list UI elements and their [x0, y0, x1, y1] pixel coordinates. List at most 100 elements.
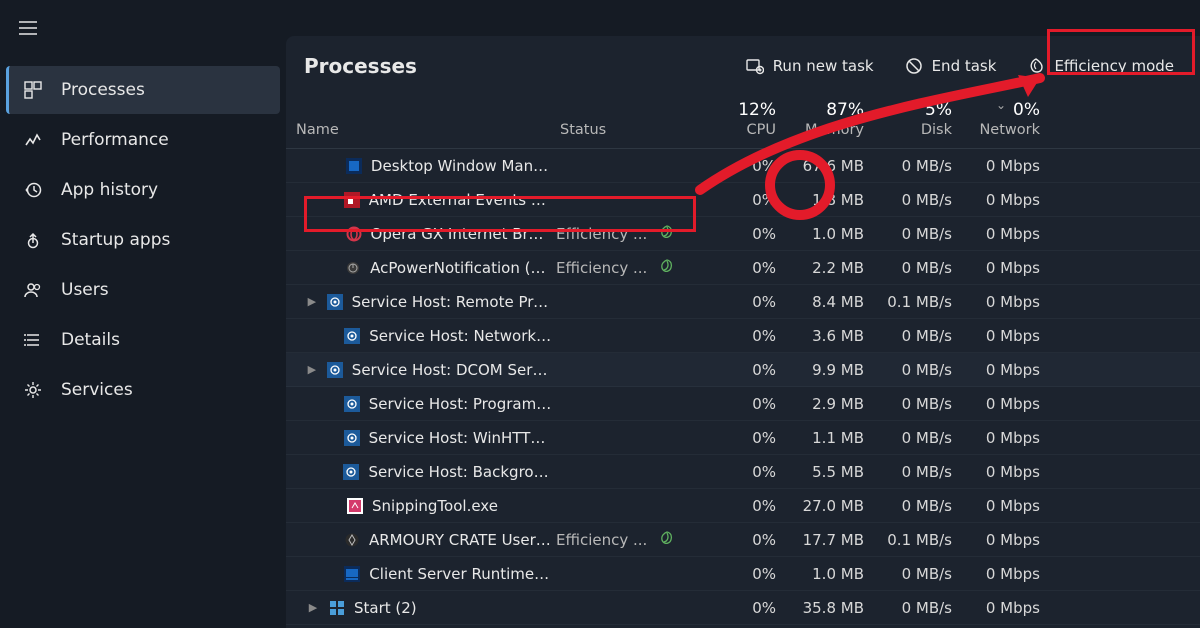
process-name: Start (2) — [354, 599, 417, 617]
disk-value: 0 MB/s — [876, 157, 964, 175]
memory-value: 1.1 MB — [788, 429, 876, 447]
table-row[interactable]: Client Server Runtime Process0%1.0 MB0 M… — [286, 557, 1200, 591]
network-value: 0 Mbps — [964, 599, 1052, 617]
details-icon — [23, 330, 43, 350]
table-row[interactable]: Desktop Window Manager0%67.6 MB0 MB/s0 M… — [286, 149, 1200, 183]
table-row[interactable]: ARMOURY CRATE User Sessio...Efficiency .… — [286, 523, 1200, 557]
table-row[interactable]: Opera GX Internet BrowserEfficiency ...0… — [286, 217, 1200, 251]
efficiency-mode-button[interactable]: Efficiency mode — [1014, 48, 1186, 84]
table-header[interactable]: ⌄ Name Status 12% CPU 87% Memory 5% Disk… — [286, 96, 1200, 149]
table-row[interactable]: Service Host: Background Intel... 0%5.5 M… — [286, 455, 1200, 489]
process-name: AcPowerNotification (32 bit) — [370, 259, 552, 277]
sidebar-item-processes[interactable]: Processes — [6, 66, 280, 114]
table-row[interactable]: Service Host: Network Service0%3.6 MB0 M… — [286, 319, 1200, 353]
efficiency-icon — [1026, 56, 1046, 76]
cpu-percent: 12% — [738, 100, 776, 120]
sidebar-item-users[interactable]: Users — [6, 266, 280, 314]
hamburger-menu-icon[interactable] — [8, 8, 48, 48]
process-icon — [345, 225, 363, 243]
process-name: ARMOURY CRATE User Sessio... — [369, 531, 552, 549]
network-value: 0 Mbps — [964, 429, 1052, 447]
process-icon — [346, 497, 364, 515]
status-text: Efficiency ... — [556, 259, 647, 277]
process-icon — [343, 191, 361, 209]
cpu-value: 0% — [700, 293, 788, 311]
sidebar-item-details[interactable]: Details — [6, 316, 280, 364]
sidebar-item-services[interactable]: Services — [6, 366, 280, 414]
sidebar-item-performance[interactable]: Performance — [6, 116, 280, 164]
process-name: Opera GX Internet Browser — [371, 225, 552, 243]
cpu-value: 0% — [700, 565, 788, 583]
process-table: ⌄ Name Status 12% CPU 87% Memory 5% Disk… — [286, 96, 1200, 628]
cpu-value: 0% — [700, 531, 788, 549]
memory-value: 5.5 MB — [788, 463, 876, 481]
header: Processes Run new task End task — [286, 36, 1200, 96]
column-cpu[interactable]: 12% CPU — [700, 96, 788, 148]
cpu-value: 0% — [700, 395, 788, 413]
run-new-task-button[interactable]: Run new task — [733, 48, 886, 84]
startup-icon — [23, 230, 43, 250]
process-icon — [345, 157, 363, 175]
table-row[interactable]: Service Host: Program Compa...0%2.9 MB0 … — [286, 387, 1200, 421]
network-value: 0 Mbps — [964, 361, 1052, 379]
main-panel: Processes Run new task End task — [286, 36, 1200, 628]
performance-icon — [23, 130, 43, 150]
disk-value: 0 MB/s — [876, 259, 964, 277]
disk-value: 0 MB/s — [876, 463, 964, 481]
users-icon — [23, 280, 43, 300]
disk-value: 0 MB/s — [876, 395, 964, 413]
column-status[interactable]: Status — [552, 96, 700, 148]
table-row[interactable]: ▶Start (2)0%35.8 MB0 MB/s0 Mbps — [286, 591, 1200, 625]
column-memory[interactable]: 87% Memory — [788, 96, 876, 148]
process-name: AMD External Events Client M... — [369, 191, 552, 209]
chevron-right-icon[interactable]: ▶ — [306, 295, 318, 308]
efficiency-mode-label: Efficiency mode — [1054, 57, 1174, 75]
toolbar: Run new task End task Efficiency mode — [733, 48, 1186, 84]
table-row[interactable]: AMD External Events Client M...0%1.8 MB0… — [286, 183, 1200, 217]
cpu-value: 0% — [700, 429, 788, 447]
services-icon — [23, 380, 43, 400]
disk-value: 0 MB/s — [876, 429, 964, 447]
sidebar-item-history[interactable]: App history — [6, 166, 280, 214]
history-icon — [23, 180, 43, 200]
process-icon — [326, 361, 344, 379]
table-row[interactable]: ▶Service Host: Remote Procedu...0%8.4 MB… — [286, 285, 1200, 319]
network-value: 0 Mbps — [964, 157, 1052, 175]
table-row[interactable]: Service Host: WinHTTP Web Pr...0%1.1 MB0… — [286, 421, 1200, 455]
sidebar-item-label: Details — [61, 330, 120, 350]
process-name: Service Host: Network Service — [369, 327, 552, 345]
leaf-icon — [659, 224, 675, 244]
run-new-task-label: Run new task — [773, 57, 874, 75]
network-value: 0 Mbps — [964, 497, 1052, 515]
cpu-value: 0% — [700, 463, 788, 481]
network-value: 0 Mbps — [964, 565, 1052, 583]
network-value: 0 Mbps — [964, 259, 1052, 277]
process-icon — [343, 327, 361, 345]
process-name: Service Host: WinHTTP Web Pr... — [369, 429, 552, 447]
network-value: 0 Mbps — [964, 293, 1052, 311]
sidebar-item-label: Processes — [61, 80, 145, 100]
sidebar: Processes PerformanceApp historyStartup a… — [0, 0, 286, 628]
column-disk[interactable]: 5% Disk — [876, 96, 964, 148]
memory-value: 1.0 MB — [788, 565, 876, 583]
cpu-label: CPU — [747, 122, 776, 138]
cpu-value: 0% — [700, 361, 788, 379]
column-network[interactable]: 0% Network — [964, 96, 1052, 148]
network-value: 0 Mbps — [964, 225, 1052, 243]
column-name[interactable]: Name — [286, 96, 552, 148]
disk-value: 0 MB/s — [876, 599, 964, 617]
chevron-right-icon[interactable]: ▶ — [306, 601, 320, 614]
chevron-right-icon[interactable]: ▶ — [306, 363, 318, 376]
disk-value: 0 MB/s — [876, 497, 964, 515]
table-row[interactable]: SnippingTool.exe0%27.0 MB0 MB/s0 Mbps — [286, 489, 1200, 523]
sidebar-item-startup[interactable]: Startup apps — [6, 216, 280, 264]
sort-indicator-icon: ⌄ — [996, 98, 1006, 112]
end-task-icon — [904, 56, 924, 76]
disk-value: 0 MB/s — [876, 361, 964, 379]
process-name: Service Host: Background Intel... — [368, 463, 552, 481]
cpu-value: 0% — [700, 225, 788, 243]
disk-value: 0 MB/s — [876, 565, 964, 583]
table-row[interactable]: AcPowerNotification (32 bit)Efficiency .… — [286, 251, 1200, 285]
end-task-button[interactable]: End task — [892, 48, 1009, 84]
table-row[interactable]: ▶Service Host: DCOM Server Pr...0%9.9 MB… — [286, 353, 1200, 387]
